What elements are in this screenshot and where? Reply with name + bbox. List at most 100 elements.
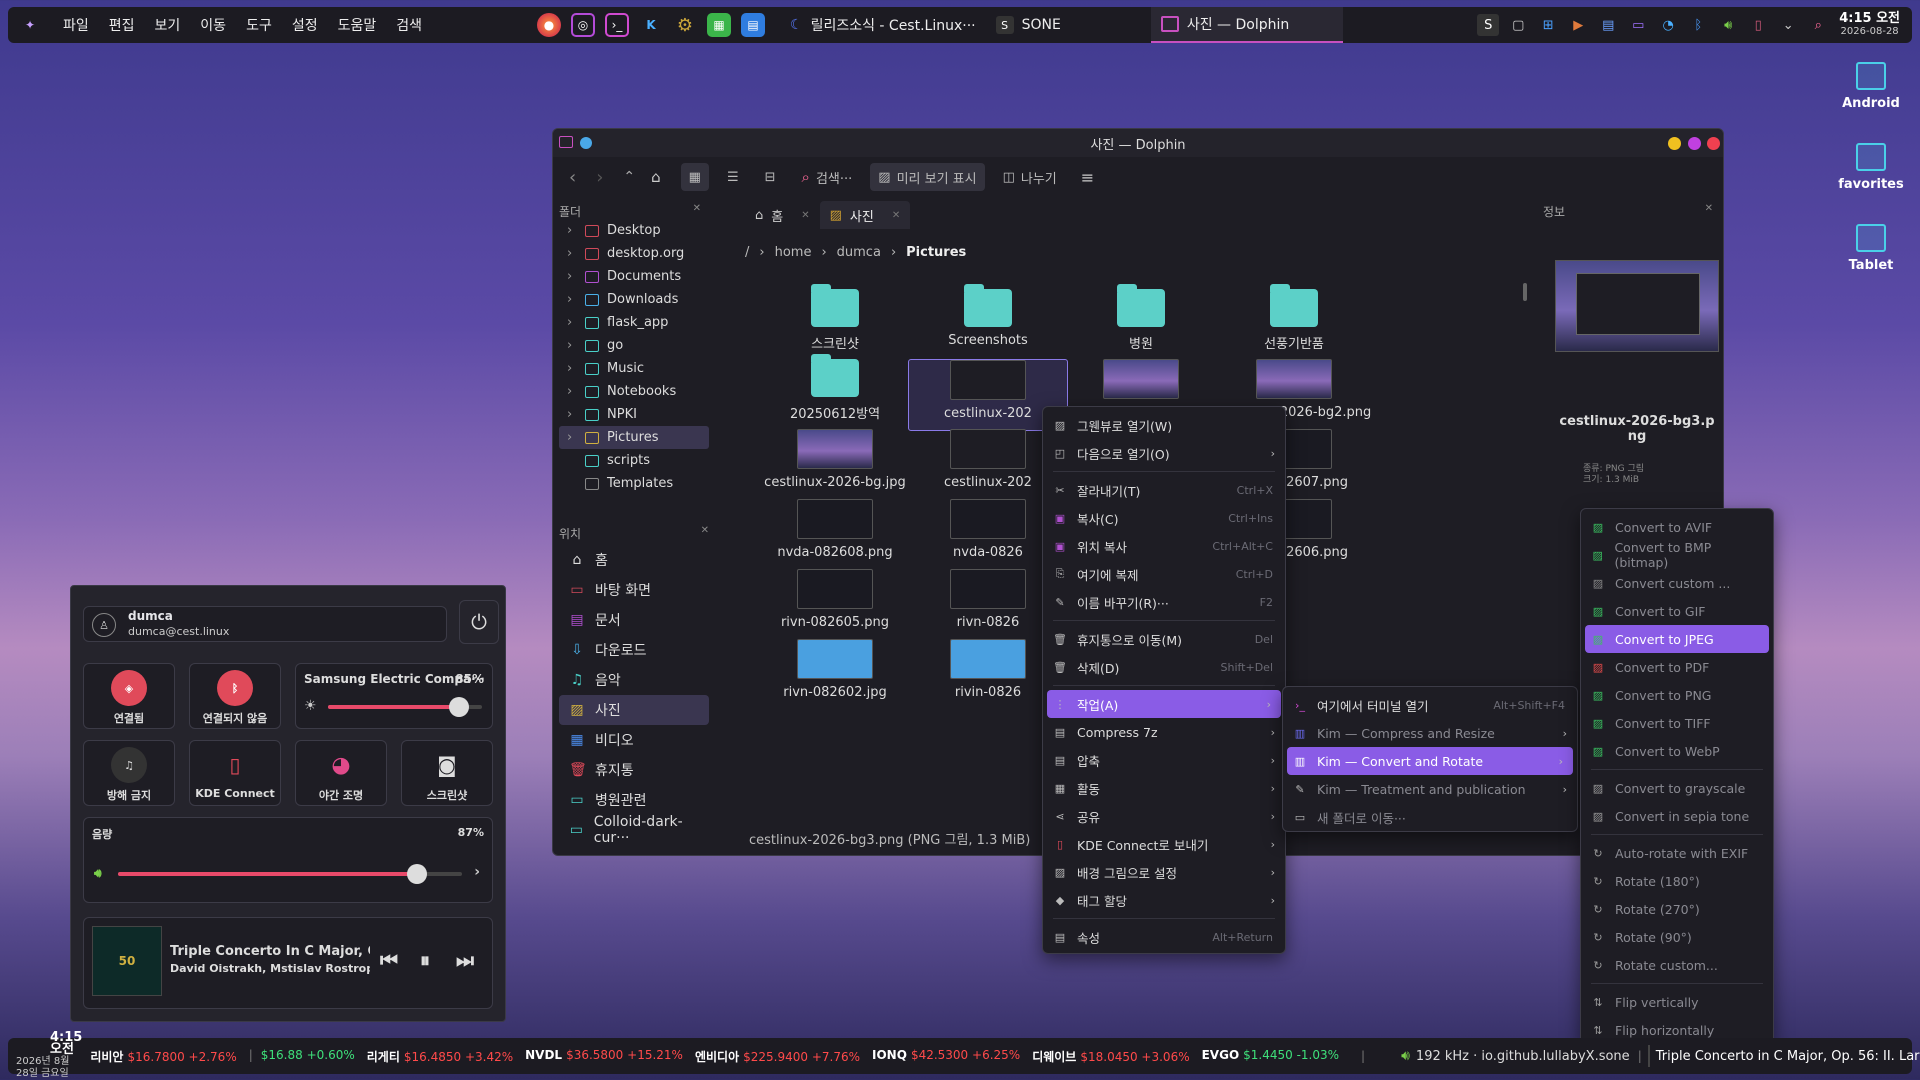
desktop-icon-favorites[interactable]: favorites: [1831, 143, 1911, 192]
user-card[interactable]: ♙ dumca dumca@cest.linux: [83, 606, 447, 642]
kim-menu-item[interactable]: ▨ Convert to WebP: [1581, 737, 1773, 765]
folder-tree-item[interactable]: scripts: [559, 449, 709, 472]
folder-tree-item[interactable]: › desktop.org: [559, 242, 709, 265]
ticker-item[interactable]: 리비안 $16.7800 +2.76%: [90, 1048, 236, 1065]
volume-slider[interactable]: [118, 864, 462, 884]
chevron-right-icon[interactable]: ›: [567, 430, 577, 445]
context-menu-item[interactable]: ▦ 활동 ›: [1043, 774, 1285, 802]
up-icon[interactable]: ⌃: [623, 169, 635, 185]
hamburger-menu-icon[interactable]: ≡: [1081, 168, 1094, 187]
context-menu-item[interactable]: ▣ 위치 복사 Ctrl+Alt+C: [1043, 532, 1285, 560]
keep-above-button[interactable]: [580, 137, 592, 149]
settings-gear-icon[interactable]: ⚙: [673, 13, 697, 37]
ticker-item[interactable]: EVGO $1.4450 -1.03%: [1202, 1048, 1339, 1065]
chevron-right-icon[interactable]: ›: [567, 338, 577, 353]
tile-bluetooth[interactable]: ᛒ 연결되지 않음: [189, 663, 281, 729]
minimize-button[interactable]: [1668, 137, 1681, 150]
media-player-icon[interactable]: ▶: [1567, 14, 1589, 36]
kim-menu-item[interactable]: ▨ Convert to PDF: [1581, 653, 1773, 681]
brightness-slider[interactable]: [328, 697, 482, 717]
close-icon[interactable]: ✕: [1705, 203, 1713, 220]
close-icon[interactable]: ✕: [892, 210, 900, 221]
place-item[interactable]: ▭ 병원관련: [559, 785, 709, 815]
tile-kde-connect[interactable]: ▯ KDE Connect: [189, 740, 281, 806]
details-view-button[interactable]: ⊟: [757, 163, 784, 191]
menu-go[interactable]: 이동: [190, 15, 236, 35]
kim-menu-item[interactable]: ▨ Convert to JPEG: [1585, 625, 1769, 653]
context-menu-item[interactable]: ⋮ 작업(A) ›: [1047, 690, 1281, 718]
folder-tree-item[interactable]: › Desktop: [559, 219, 709, 242]
kim-menu-item[interactable]: ▨ Convert to PNG: [1581, 681, 1773, 709]
next-track-icon[interactable]: ⏭: [456, 948, 474, 972]
place-item[interactable]: ⌂ 홈: [559, 545, 709, 575]
volume-icon[interactable]: 🔊︎: [1717, 14, 1739, 36]
clipboard-icon[interactable]: ▢: [1507, 14, 1529, 36]
preview-toggle-button[interactable]: ▨ 미리 보기 표시: [870, 163, 985, 191]
context-menu-item[interactable]: ▤ 압축 ›: [1043, 746, 1285, 774]
kim-menu-item[interactable]: ▨ Convert in sepia tone: [1581, 802, 1773, 830]
kim-menu-item[interactable]: ▨ Convert to AVIF: [1581, 513, 1773, 541]
tab-home[interactable]: ⌂ 홈 ✕: [745, 201, 820, 229]
sone-tray-icon[interactable]: S: [1477, 14, 1500, 36]
tile-do-not-disturb[interactable]: ♫ 방해 금지: [83, 740, 175, 806]
previous-track-icon[interactable]: ⏮: [380, 948, 398, 972]
window-titlebar[interactable]: 사진 — Dolphin: [553, 129, 1723, 157]
folder-tree-item[interactable]: › Music: [559, 357, 709, 380]
kim-menu-item[interactable]: ↻ Rotate (180°): [1581, 867, 1773, 895]
speaker-icon[interactable]: 🔊︎: [1401, 1048, 1410, 1064]
kim-menu-item[interactable]: ▨ Convert to BMP (bitmap): [1581, 540, 1773, 570]
menu-file[interactable]: 파일: [53, 15, 99, 35]
folder-tree-item[interactable]: Templates: [559, 472, 709, 495]
place-item[interactable]: ▭ 바탕 화면: [559, 575, 709, 605]
context-menu-item[interactable]: ✂ 잘라내기(T) Ctrl+X: [1043, 476, 1285, 504]
chevron-right-icon[interactable]: ›: [474, 864, 480, 880]
place-item[interactable]: ⇩ 다운로드: [559, 635, 709, 665]
kim-menu-item[interactable]: ▨ Convert custom ...: [1581, 569, 1773, 597]
breadcrumb-user[interactable]: dumca: [837, 245, 881, 260]
now-playing[interactable]: Triple Concerto in C Major, Op. 56: II. …: [1656, 1049, 1920, 1064]
slider-handle[interactable]: [407, 864, 428, 884]
breadcrumb-home[interactable]: home: [775, 245, 812, 260]
menu-view[interactable]: 보기: [145, 15, 191, 35]
desktop-icon-android[interactable]: Android: [1831, 62, 1911, 111]
context-menu-item[interactable]: ▨ 배경 그림으로 설정 ›: [1043, 858, 1285, 886]
actions-menu-item[interactable]: ▥ Kim — Convert and Rotate ›: [1287, 747, 1573, 775]
terminal-icon[interactable]: ›_: [605, 13, 629, 37]
menu-help[interactable]: 도움말: [328, 15, 387, 35]
breadcrumb-root[interactable]: /: [745, 245, 749, 260]
network-tray-icon[interactable]: ⊞: [1537, 14, 1559, 36]
home-icon[interactable]: ⌂: [651, 168, 661, 186]
folder-item[interactable]: 20250612방역: [745, 354, 925, 422]
close-icon[interactable]: ✕: [801, 210, 809, 221]
task-release-news[interactable]: ☾ 릴리즈소식 - Cest.Linux···: [780, 7, 986, 43]
calendar-app-icon[interactable]: ▤: [741, 13, 765, 37]
chevron-right-icon[interactable]: ›: [567, 361, 577, 376]
close-icon[interactable]: ✕: [693, 203, 701, 217]
folder-tree-item[interactable]: › Pictures: [559, 426, 709, 449]
app-launcher-icon[interactable]: ✦: [18, 13, 42, 37]
context-menu-item[interactable]: ▣ 복사(C) Ctrl+Ins: [1043, 504, 1285, 532]
kim-menu-item[interactable]: ▨ Convert to GIF: [1581, 597, 1773, 625]
desktop-icon-tablet[interactable]: Tablet: [1831, 224, 1911, 273]
clock[interactable]: 4:15 오전 2026-08-28: [1839, 12, 1900, 38]
kim-menu-item[interactable]: ↻ Rotate custom...: [1581, 951, 1773, 979]
folder-item[interactable]: 선풍기반품: [1204, 284, 1384, 352]
forward-icon[interactable]: ›: [596, 167, 603, 188]
context-menu-item[interactable]: 🗑︎ 삭제(D) Shift+Del: [1043, 653, 1285, 681]
spreadsheet-icon[interactable]: ▦: [707, 13, 731, 37]
kim-menu-item[interactable]: ⇅ Flip vertically: [1581, 988, 1773, 1016]
context-menu-item[interactable]: ⋖ 공유 ›: [1043, 802, 1285, 830]
kate-icon[interactable]: K: [639, 13, 663, 37]
color-picker-icon[interactable]: ◔: [1657, 14, 1679, 36]
ticker-item[interactable]: 디웨이브 $18.0450 +3.06%: [1032, 1048, 1189, 1065]
menu-tools[interactable]: 도구: [236, 15, 282, 35]
menu-search[interactable]: 검색: [386, 15, 432, 35]
icons-view-button[interactable]: ▦: [680, 163, 709, 191]
folder-tree-item[interactable]: › Downloads: [559, 288, 709, 311]
ticker-item[interactable]: 리게티 $16.4850 +3.42%: [367, 1048, 513, 1065]
firefox-icon[interactable]: ●: [537, 13, 561, 37]
display-icon[interactable]: ▭: [1627, 14, 1649, 36]
chevron-down-icon[interactable]: ⌄: [1777, 14, 1799, 36]
tile-screenshot[interactable]: ◙ 스크린샷: [401, 740, 493, 806]
folder-tree-item[interactable]: › Notebooks: [559, 380, 709, 403]
